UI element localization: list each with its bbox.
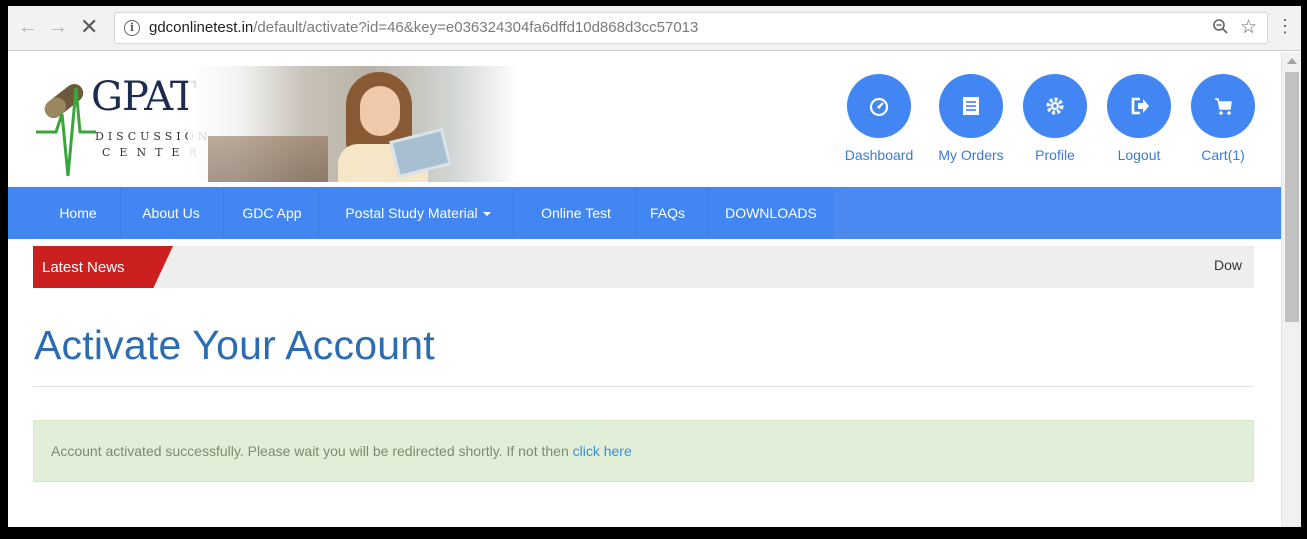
latest-news-tag: Latest News — [33, 246, 173, 288]
info-icon[interactable]: i — [124, 20, 140, 36]
header-nav-label: My Orders — [938, 147, 1004, 163]
caret-down-icon — [482, 212, 491, 217]
header-nav-label: Cart(1) — [1201, 147, 1245, 163]
nav-item-faqs[interactable]: FAQs — [640, 187, 695, 239]
header-nav-label: Logout — [1117, 147, 1161, 163]
page-viewport: GPAT DISCUSSION CENTER Dashboard My Orde… — [8, 52, 1281, 527]
scroll-up-arrow-icon[interactable] — [1287, 58, 1297, 64]
title-divider — [33, 386, 1254, 387]
vertical-scrollbar[interactable] — [1281, 52, 1301, 527]
browser-toolbar: ← → ✕ i gdconlinetest.in/default/activat… — [8, 6, 1301, 51]
gear-icon[interactable] — [1023, 74, 1087, 138]
latest-news-bar: Latest News Dow — [33, 246, 1254, 288]
forward-arrow-icon[interactable]: → — [48, 16, 68, 38]
browser-window: ← → ✕ i gdconlinetest.in/default/activat… — [8, 6, 1301, 527]
orders-list-icon[interactable] — [939, 74, 1003, 138]
header-banner-image — [188, 66, 518, 182]
success-alert: Account activated successfully. Please w… — [33, 420, 1254, 482]
scrollbar-thumb[interactable] — [1285, 72, 1299, 322]
stop-icon[interactable]: ✕ — [80, 16, 98, 38]
nav-item-online-test[interactable]: Online Test — [526, 187, 626, 239]
url-host: gdconlinetest.in — [149, 19, 254, 36]
url-text[interactable]: gdconlinetest.in/default/activate?id=46&… — [149, 19, 698, 37]
nav-item-gdc-app[interactable]: GDC App — [232, 187, 312, 239]
nav-item-downloads[interactable]: DOWNLOADS — [716, 187, 826, 239]
site-logo[interactable]: GPAT DISCUSSION CENTER — [34, 70, 207, 182]
header-user-nav: Dashboard My Orders Profile Logout Cart(… — [834, 74, 1255, 174]
header-nav-label: Dashboard — [844, 147, 914, 163]
main-navbar: Home About Us GDC App Postal Study Mater… — [8, 187, 1281, 239]
latest-news-label: Latest News — [42, 259, 125, 276]
address-bar[interactable]: i gdconlinetest.in/default/activate?id=4… — [114, 12, 1268, 44]
nav-item-about-us[interactable]: About Us — [131, 187, 211, 239]
news-ticker[interactable]: Dow — [1214, 257, 1254, 273]
alert-text: Account activated successfully. Please w… — [51, 443, 573, 459]
cart-icon[interactable] — [1191, 74, 1255, 138]
header-nav-profile[interactable]: Profile — [1010, 74, 1100, 163]
menu-icon[interactable]: ⋮ — [1276, 17, 1294, 35]
back-arrow-icon[interactable]: ← — [18, 16, 38, 38]
click-here-link[interactable]: click here — [573, 443, 632, 459]
dashboard-icon[interactable] — [847, 74, 911, 138]
zoom-icon[interactable] — [1212, 18, 1229, 40]
header-nav-label: Profile — [1035, 147, 1075, 163]
header-nav-dashboard[interactable]: Dashboard — [834, 74, 924, 163]
url-path: /default/activate?id=46&key=e036324304fa… — [253, 19, 699, 36]
nav-item-home[interactable]: Home — [48, 187, 108, 239]
logout-icon[interactable] — [1107, 74, 1171, 138]
nav-item-label: Postal Study Material — [345, 205, 478, 221]
logo-title: GPAT — [91, 74, 197, 120]
header-nav-cart[interactable]: Cart(1) — [1178, 74, 1268, 163]
nav-item-postal-study-material[interactable]: Postal Study Material — [328, 187, 508, 239]
header-nav-logout[interactable]: Logout — [1094, 74, 1184, 163]
star-icon[interactable]: ☆ — [1240, 16, 1257, 39]
page-title: Activate Your Account — [34, 322, 435, 368]
header-nav-my-orders[interactable]: My Orders — [926, 74, 1016, 163]
alert-message: Account activated successfully. Please w… — [51, 443, 632, 459]
